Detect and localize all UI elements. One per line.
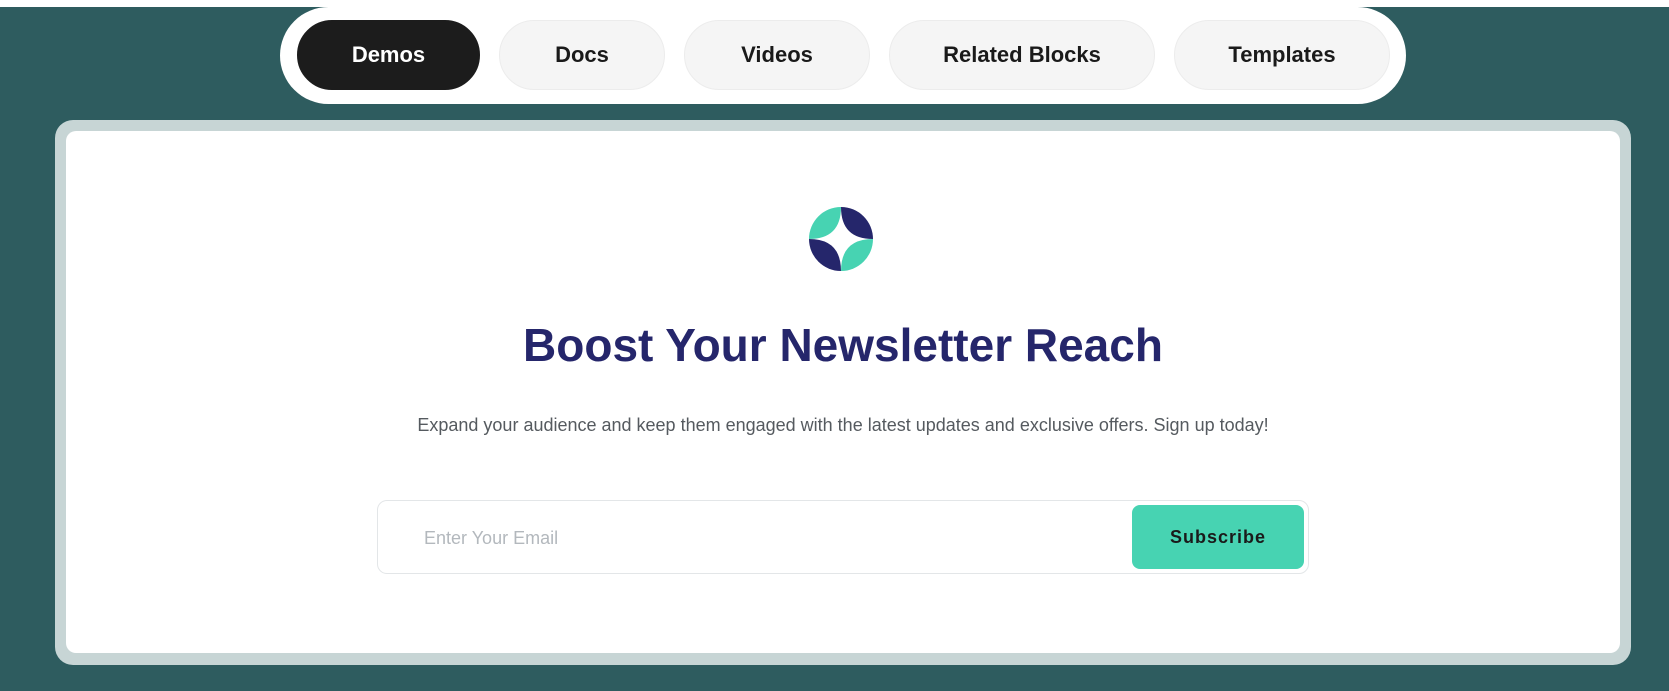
subscribe-form: Subscribe	[377, 500, 1309, 574]
top-edge-strip	[0, 0, 1669, 7]
headline: Boost Your Newsletter Reach	[523, 319, 1163, 371]
tab-demos[interactable]: Demos	[297, 20, 480, 90]
subtext: Expand your audience and keep them engag…	[417, 415, 1269, 435]
four-point-star-logo-icon	[809, 207, 873, 271]
tab-related-blocks[interactable]: Related Blocks	[889, 20, 1155, 90]
newsletter-card: Boost Your Newsletter Reach Expand your …	[66, 131, 1620, 653]
tab-templates[interactable]: Templates	[1174, 20, 1390, 90]
tab-docs[interactable]: Docs	[499, 20, 665, 90]
tab-bar: Demos Docs Videos Related Blocks Templat…	[280, 7, 1406, 104]
subscribe-button[interactable]: Subscribe	[1132, 505, 1304, 569]
email-input[interactable]	[422, 519, 1126, 557]
tab-videos[interactable]: Videos	[684, 20, 870, 90]
